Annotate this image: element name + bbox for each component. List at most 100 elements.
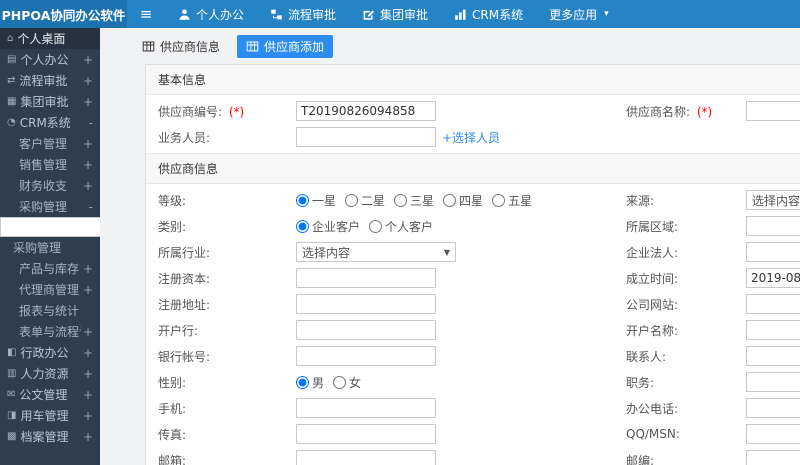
car-icon: ◨ (7, 410, 17, 421)
form-row: 等级: 一星 二星 三星 四星 五星 来源: 选择内容▼ (146, 187, 800, 213)
sidebar-item-customer-mgmt[interactable]: 客户管理 + (0, 133, 100, 154)
sidebar-item-agent-mgmt[interactable]: 代理商管理 + (0, 279, 100, 300)
sidebar-item-purchase-mgmt[interactable]: 采购管理 (0, 237, 100, 258)
registered-address-input[interactable] (296, 294, 436, 314)
gender-radio[interactable] (333, 375, 347, 389)
contact-person-input[interactable] (746, 346, 800, 366)
field-label-text: 类别: (158, 219, 187, 234)
sidebar-item-label: 集团审批 (20, 95, 69, 109)
sidebar-item-personal-office[interactable]: ▤ 个人办公 + (0, 49, 100, 70)
legal-person-input[interactable] (746, 242, 800, 262)
sidebar-item-supplier-mgmt[interactable]: 供应商管理 (0, 217, 100, 237)
sidebar-item-hr[interactable]: ▥ 人力资源 + (0, 363, 100, 384)
sidebar-item-product-inventory[interactable]: 产品与库存 + (0, 258, 100, 279)
office-phone-input[interactable] (746, 398, 800, 418)
gender-option[interactable]: 男 (296, 374, 324, 391)
sidebar-item-form-flow-settings[interactable]: 表单与流程设置+ (0, 321, 100, 342)
sidebar: ⌂ 个人桌面 ▤ 个人办公 + ⇄ 流程审批 + ▦ 集团审批 + ◔ CRM系统 - 客户管理 + 销售管理 +… (0, 28, 100, 465)
category-radio-group: 企业客户 个人客户 (296, 218, 442, 235)
sidebar-item-purchase-mgmt-group[interactable]: 采购管理 - (0, 196, 100, 217)
qq-msn-input[interactable] (746, 424, 800, 444)
topnav-label: CRM系统 (472, 7, 524, 22)
field-label-text: 所属行业: (158, 245, 211, 260)
field-label: 注册地址: (146, 296, 296, 313)
level-option[interactable]: 二星 (345, 192, 385, 209)
category-radio[interactable] (296, 219, 309, 233)
sidebar-item-personal-desktop[interactable]: ⌂ 个人桌面 (0, 28, 100, 49)
category-option[interactable]: 企业客户 (296, 218, 360, 235)
field-label-text: 企业法人: (626, 245, 679, 260)
supplier-name-input[interactable] (746, 101, 800, 121)
sidebar-item-label: 供应商管理 (14, 220, 75, 235)
sidebar-item-archive-mgmt[interactable]: ▩ 档案管理 + (0, 426, 100, 447)
field-label: 手机: (146, 400, 296, 417)
form-field: 一星 二星 三星 四星 五星 (296, 192, 626, 209)
section-title: 基本信息 (146, 65, 800, 95)
expand-icon: + (82, 366, 93, 381)
topnav-item-personal-office[interactable]: 个人办公 (165, 0, 257, 28)
sidebar-item-crm-system[interactable]: ◔ CRM系统 - (0, 112, 100, 133)
sidebar-item-sales-mgmt[interactable]: 销售管理 + (0, 154, 100, 175)
email-input[interactable] (296, 450, 436, 465)
level-option[interactable]: 三星 (394, 192, 434, 209)
tab-supplier-info[interactable]: 供应商信息 (133, 35, 229, 58)
field-label-text: 所属区域: (626, 219, 679, 234)
bank-account-input[interactable] (296, 346, 436, 366)
supplier-number-input[interactable] (296, 101, 436, 121)
gender-option[interactable]: 女 (333, 374, 361, 391)
level-radio[interactable] (443, 193, 457, 207)
mobile-input[interactable] (296, 398, 436, 418)
sidebar-item-label: 销售管理 (19, 158, 68, 172)
topnav-item-crm-system[interactable]: CRM系统 (441, 0, 536, 28)
topnav-item-more-apps[interactable]: 更多应用 ▾ (536, 0, 622, 28)
position-input[interactable] (746, 372, 800, 392)
dropdown-arrow-icon: ▼ (443, 247, 450, 257)
sidebar-item-reports-stats[interactable]: 报表与统计 (0, 300, 100, 321)
industry-select[interactable]: 选择内容 ▼ (296, 242, 456, 262)
level-option[interactable]: 一星 (296, 192, 336, 209)
founding-date-input[interactable] (746, 268, 800, 288)
level-radio[interactable] (296, 193, 309, 207)
topnav-label: 个人办公 (196, 7, 245, 22)
sidebar-item-finance[interactable]: 财务收支 + (0, 175, 100, 196)
sidebar-item-label: 用车管理 (20, 409, 69, 423)
fax-input[interactable] (296, 424, 436, 444)
registered-capital-input[interactable] (296, 268, 436, 288)
form-field (746, 101, 800, 121)
level-radio[interactable] (345, 193, 359, 207)
category-option[interactable]: 个人客户 (369, 218, 433, 235)
account-name-input[interactable] (746, 320, 800, 340)
level-option[interactable]: 四星 (443, 192, 483, 209)
form-row: 类别: 企业客户 个人客户 所属区域: (146, 213, 800, 239)
select-person-link[interactable]: +选择人员 (442, 129, 500, 146)
tab-supplier-add[interactable]: 供应商添加 (237, 34, 334, 58)
topbar: PHPOA协同办公软件 ≡ 个人办公 流程审批 集团审批 CRM系统 更多应用 ▾ (0, 0, 800, 28)
topnav-item-group-approval[interactable]: 集团审批 (349, 0, 441, 28)
sidebar-item-label: 产品与库存 (19, 262, 80, 276)
form-field (746, 320, 800, 340)
hr-icon: ▥ (7, 368, 17, 379)
bank-input[interactable] (296, 320, 436, 340)
zip-code-input[interactable] (746, 450, 800, 465)
sidebar-item-group-approval[interactable]: ▦ 集团审批 + (0, 91, 100, 112)
business-person-input[interactable] (296, 127, 436, 147)
expand-icon: + (82, 387, 93, 402)
field-label-text: 等级: (158, 193, 187, 208)
sidebar-item-process-approval[interactable]: ⇄ 流程审批 + (0, 70, 100, 91)
topnav-item-process-approval[interactable]: 流程审批 (257, 0, 349, 28)
field-label-text: QQ/MSN: (626, 427, 680, 441)
sidebar-item-vehicle-mgmt[interactable]: ◨ 用车管理 + (0, 405, 100, 426)
region-input[interactable] (746, 216, 800, 236)
form-field (746, 242, 800, 262)
level-radio[interactable] (394, 193, 408, 207)
gender-radio[interactable] (296, 375, 309, 389)
company-website-input[interactable] (746, 294, 800, 314)
required-marker: (*) (225, 104, 245, 119)
sidebar-item-admin-office[interactable]: ◧ 行政办公 + (0, 342, 100, 363)
menu-icon[interactable]: ≡ (127, 0, 165, 28)
source-select[interactable]: 选择内容▼ (746, 190, 800, 210)
category-radio[interactable] (369, 219, 383, 233)
level-option[interactable]: 五星 (492, 192, 532, 209)
level-radio[interactable] (492, 193, 506, 207)
sidebar-item-document-mgmt[interactable]: ✉ 公文管理 + (0, 384, 100, 405)
